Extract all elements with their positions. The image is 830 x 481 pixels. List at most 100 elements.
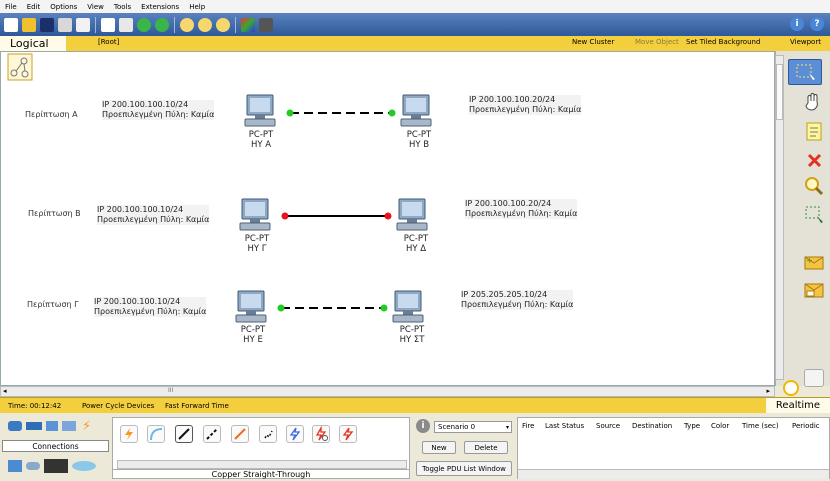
case-a-left-ip-note[interactable]: IP 200.100.100.10/24 Προεπιλεγμένη Πύλη:… bbox=[102, 100, 215, 120]
switches-category-icon[interactable] bbox=[26, 422, 42, 430]
case-c-label: Περίπτωση Γ bbox=[27, 300, 79, 309]
pc-a-label[interactable]: PC-PT ΗΥ Α bbox=[236, 130, 286, 150]
realtime-tab[interactable]: Realtime bbox=[766, 398, 830, 414]
coaxial-cable-icon[interactable] bbox=[286, 425, 304, 443]
automatic-connection-icon[interactable] bbox=[120, 425, 138, 443]
scenario-info-icon[interactable]: i bbox=[416, 419, 430, 433]
toggle-pdu-list-button[interactable]: Toggle PDU List Window bbox=[416, 461, 512, 476]
menu-extensions[interactable]: Extensions bbox=[136, 3, 184, 11]
column-last-status: Last Status bbox=[545, 422, 585, 430]
logical-tab[interactable]: Logical bbox=[0, 36, 66, 51]
paste-icon[interactable] bbox=[119, 17, 133, 32]
vertical-scrollbar[interactable] bbox=[775, 55, 784, 380]
hand-tool-icon[interactable] bbox=[802, 91, 824, 113]
horizontal-scrollbar[interactable]: ◂ III ▸ bbox=[0, 386, 775, 397]
copper-straight-through-icon[interactable] bbox=[175, 425, 193, 443]
select-tool-icon[interactable] bbox=[788, 59, 822, 85]
pc-f-label[interactable]: PC-PT ΗΥ ΣΤ bbox=[387, 325, 437, 345]
new-cluster-button[interactable]: New Cluster bbox=[572, 38, 614, 46]
pc-b-label[interactable]: PC-PT ΗΥ Β bbox=[394, 130, 444, 150]
phone-cable-icon[interactable] bbox=[259, 425, 277, 443]
hubs-category-icon[interactable] bbox=[46, 421, 58, 431]
pdu-list-table: Fire Last Status Source Destination Type… bbox=[517, 417, 830, 479]
menu-bar: File Edit Options View Tools Extensions … bbox=[0, 0, 830, 13]
copy-icon[interactable] bbox=[101, 17, 115, 32]
help-icon[interactable]: ? bbox=[810, 17, 824, 31]
case-a-right-ip-note[interactable]: IP 200.100.100.20/24 Προεπιλεγμένη Πύλη:… bbox=[469, 95, 582, 115]
right-gateway-text: Προεπιλεγμένη Πύλη: Καμία bbox=[461, 300, 574, 309]
resize-shape-tool-icon[interactable] bbox=[803, 203, 825, 225]
end-devices-category-icon[interactable] bbox=[8, 460, 22, 472]
set-tiled-background-button[interactable]: Set Tiled Background bbox=[686, 38, 760, 46]
routers-category-icon[interactable] bbox=[8, 421, 22, 431]
pc-type: PC-PT bbox=[399, 325, 425, 335]
activity-wizard-icon[interactable] bbox=[76, 17, 90, 32]
case-c-left-ip-note[interactable]: IP 200.100.100.10/24 Προεπιλεγμένη Πύλη:… bbox=[94, 297, 207, 317]
pc-icon[interactable] bbox=[239, 198, 271, 232]
realtime-clock-icon[interactable] bbox=[783, 380, 799, 396]
custom-device-icon[interactable] bbox=[259, 17, 273, 32]
fiber-cable-icon[interactable] bbox=[231, 425, 249, 443]
menu-options[interactable]: Options bbox=[45, 3, 82, 11]
add-simple-pdu-icon[interactable]: + bbox=[803, 251, 825, 273]
scroll-left-arrow[interactable]: ◂ bbox=[3, 387, 7, 395]
case-b-right-ip-note[interactable]: IP 200.100.100.20/24 Προεπιλεγμένη Πύλη:… bbox=[465, 199, 578, 219]
console-cable-icon[interactable] bbox=[147, 425, 165, 443]
serial-dte-icon[interactable] bbox=[339, 425, 357, 443]
menu-view[interactable]: View bbox=[82, 3, 109, 11]
toolbar-separator bbox=[174, 16, 175, 33]
menu-tools[interactable]: Tools bbox=[109, 3, 136, 11]
copper-cross-over-icon[interactable] bbox=[203, 425, 221, 443]
pc-icon[interactable] bbox=[235, 290, 267, 324]
pc-name: ΗΥ Γ bbox=[247, 244, 267, 254]
open-folder-icon[interactable] bbox=[22, 17, 36, 32]
category-label: Connections bbox=[2, 440, 109, 452]
pc-icon[interactable] bbox=[400, 94, 432, 128]
custom-made-category-icon[interactable] bbox=[72, 461, 96, 471]
case-c-right-ip-note[interactable]: IP 205.205.205.10/24 Προεπιλεγμένη Πύλη:… bbox=[461, 290, 574, 310]
menu-edit[interactable]: Edit bbox=[22, 3, 46, 11]
menu-file[interactable]: File bbox=[0, 3, 22, 11]
move-object-button[interactable]: Move Object bbox=[635, 38, 679, 46]
scenario-select[interactable]: Scenario 0 ▾ bbox=[434, 421, 512, 433]
scroll-right-arrow[interactable]: ▸ bbox=[766, 387, 770, 395]
vertical-scroll-thumb[interactable] bbox=[776, 64, 783, 120]
save-icon[interactable] bbox=[40, 17, 54, 32]
pdu-list-scrollbar[interactable] bbox=[518, 469, 829, 479]
undo-icon[interactable] bbox=[137, 17, 151, 32]
palette-icon[interactable] bbox=[241, 17, 255, 32]
zoom-out-icon[interactable] bbox=[216, 17, 230, 32]
case-b-left-ip-note[interactable]: IP 200.100.100.10/24 Προεπιλεγμένη Πύλη:… bbox=[97, 205, 210, 225]
redo-icon[interactable] bbox=[155, 17, 169, 32]
root-breadcrumb[interactable]: [Root] bbox=[98, 38, 119, 46]
serial-dce-icon[interactable] bbox=[312, 425, 330, 443]
delete-scenario-button[interactable]: Delete bbox=[464, 441, 508, 454]
pc-icon[interactable] bbox=[244, 94, 276, 128]
fast-forward-button[interactable]: Fast Forward Time bbox=[165, 402, 229, 410]
inspect-tool-icon[interactable] bbox=[803, 175, 825, 197]
print-icon[interactable] bbox=[58, 17, 72, 32]
pc-icon[interactable] bbox=[396, 198, 428, 232]
pc-d-label[interactable]: PC-PT ΗΥ Δ bbox=[391, 234, 441, 254]
pc-name: ΗΥ Δ bbox=[405, 244, 427, 254]
new-scenario-button[interactable]: New bbox=[422, 441, 456, 454]
pc-c-label[interactable]: PC-PT ΗΥ Γ bbox=[232, 234, 282, 254]
zoom-reset-icon[interactable] bbox=[198, 17, 212, 32]
zoom-control-icon[interactable] bbox=[804, 369, 824, 387]
zoom-in-icon[interactable] bbox=[180, 17, 194, 32]
add-complex-pdu-icon[interactable] bbox=[803, 279, 825, 301]
connection-types-scrollbar[interactable] bbox=[117, 460, 407, 469]
menu-help[interactable]: Help bbox=[184, 3, 210, 11]
info-icon[interactable]: i bbox=[790, 17, 804, 31]
security-category-icon[interactable] bbox=[26, 462, 40, 470]
pc-icon[interactable] bbox=[392, 290, 424, 324]
connections-category-icon[interactable]: ⚡ bbox=[82, 419, 91, 434]
delete-tool-icon[interactable] bbox=[804, 149, 826, 171]
wan-emulation-category-icon[interactable] bbox=[44, 459, 68, 473]
power-cycle-button[interactable]: Power Cycle Devices bbox=[82, 402, 154, 410]
note-tool-icon[interactable] bbox=[804, 121, 826, 143]
new-file-icon[interactable] bbox=[4, 17, 18, 32]
pc-e-label[interactable]: PC-PT ΗΥ Ε bbox=[228, 325, 278, 345]
viewport-button[interactable]: Viewport bbox=[790, 38, 821, 46]
wireless-category-icon[interactable] bbox=[62, 421, 76, 431]
